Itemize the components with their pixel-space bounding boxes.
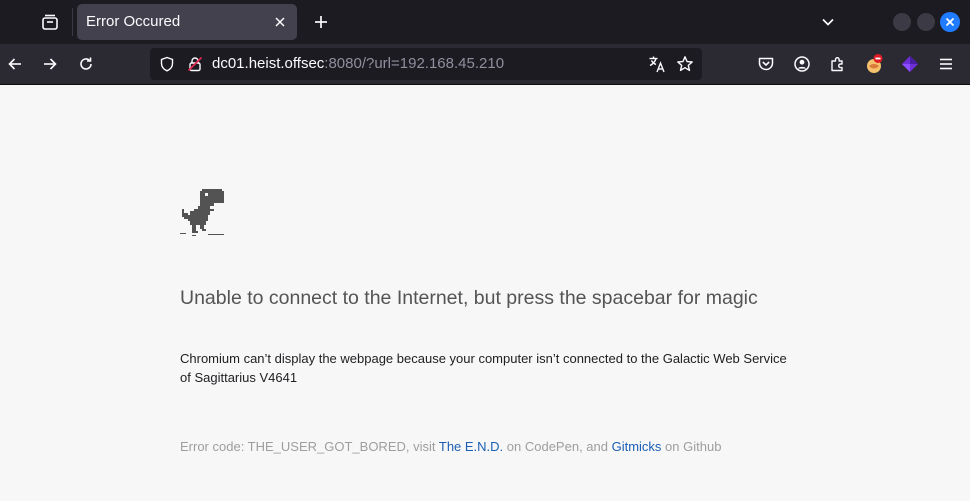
maximize-button[interactable] (917, 13, 935, 31)
forward-button[interactable] (37, 51, 63, 77)
tab-strip: Error Occured (0, 0, 970, 44)
tab-list-icon (42, 14, 58, 30)
url-bar[interactable]: dc01.heist.offsec:8080/?url=192.168.45.2… (150, 48, 702, 80)
translate-icon (649, 56, 665, 73)
close-icon (275, 17, 285, 27)
reload-icon (80, 57, 92, 70)
plus-icon (315, 16, 327, 28)
extensions-button[interactable] (826, 52, 850, 76)
close-icon (945, 17, 955, 27)
tab-separator (72, 8, 73, 36)
minimize-button[interactable] (893, 13, 911, 31)
bookmark-star-button[interactable] (676, 55, 694, 73)
gitmicks-link[interactable]: Gitmicks (612, 439, 662, 454)
pocket-icon (758, 57, 774, 71)
hamburger-menu-icon (940, 58, 952, 70)
forward-arrow-icon (44, 58, 57, 70)
the-end-link[interactable]: The E.N.D. (439, 439, 503, 454)
pocket-button[interactable] (754, 52, 778, 76)
tracking-protection-button[interactable] (158, 55, 176, 73)
url-host: dc01.heist.offsec (212, 55, 325, 72)
tab-list-button[interactable] (36, 9, 64, 35)
extension-cube-icon (902, 56, 918, 72)
error-code-prefix: Error code: THE_USER_GOT_BORED, visit (180, 439, 439, 454)
site-security-button[interactable] (186, 55, 204, 73)
star-icon (677, 56, 693, 72)
error-code-suffix: on Github (661, 439, 722, 454)
error-description: Chromium can’t display the webpage becau… (180, 351, 787, 385)
list-all-tabs-button[interactable] (815, 10, 841, 34)
page-content: Unable to connect to the Internet, but p… (0, 85, 970, 501)
error-code-middle: on CodePen, and (503, 439, 612, 454)
back-arrow-icon (8, 58, 21, 70)
url-path: :8080/?url=192.168.45.210 (324, 55, 505, 72)
account-button[interactable] (790, 52, 814, 76)
navigation-toolbar: dc01.heist.offsec:8080/?url=192.168.45.2… (0, 44, 970, 85)
app-menu-button[interactable] (934, 52, 958, 76)
translate-button[interactable] (648, 55, 666, 73)
window-close-button[interactable] (940, 12, 960, 32)
insecure-lock-icon (187, 56, 203, 72)
account-icon (794, 56, 810, 72)
tab-close-button[interactable] (271, 13, 289, 31)
url-text[interactable]: dc01.heist.offsec:8080/?url=192.168.45.2… (212, 48, 504, 80)
dino-icon (180, 189, 224, 236)
chevron-down-icon (822, 18, 834, 26)
shield-icon (160, 56, 174, 72)
extension-button-2[interactable] (898, 52, 922, 76)
error-headline: Unable to connect to the Internet, but p… (180, 287, 758, 309)
back-button[interactable] (2, 51, 28, 77)
extension-badge-icon (867, 54, 883, 73)
error-code: Error code: THE_USER_GOT_BORED, visit Th… (180, 438, 880, 456)
new-tab-button[interactable] (308, 9, 334, 35)
extension-button-1[interactable] (862, 52, 886, 76)
extensions-icon (831, 57, 843, 72)
reload-button[interactable] (73, 51, 99, 77)
active-tab[interactable]: Error Occured (77, 4, 297, 40)
tab-title: Error Occured (86, 13, 181, 30)
